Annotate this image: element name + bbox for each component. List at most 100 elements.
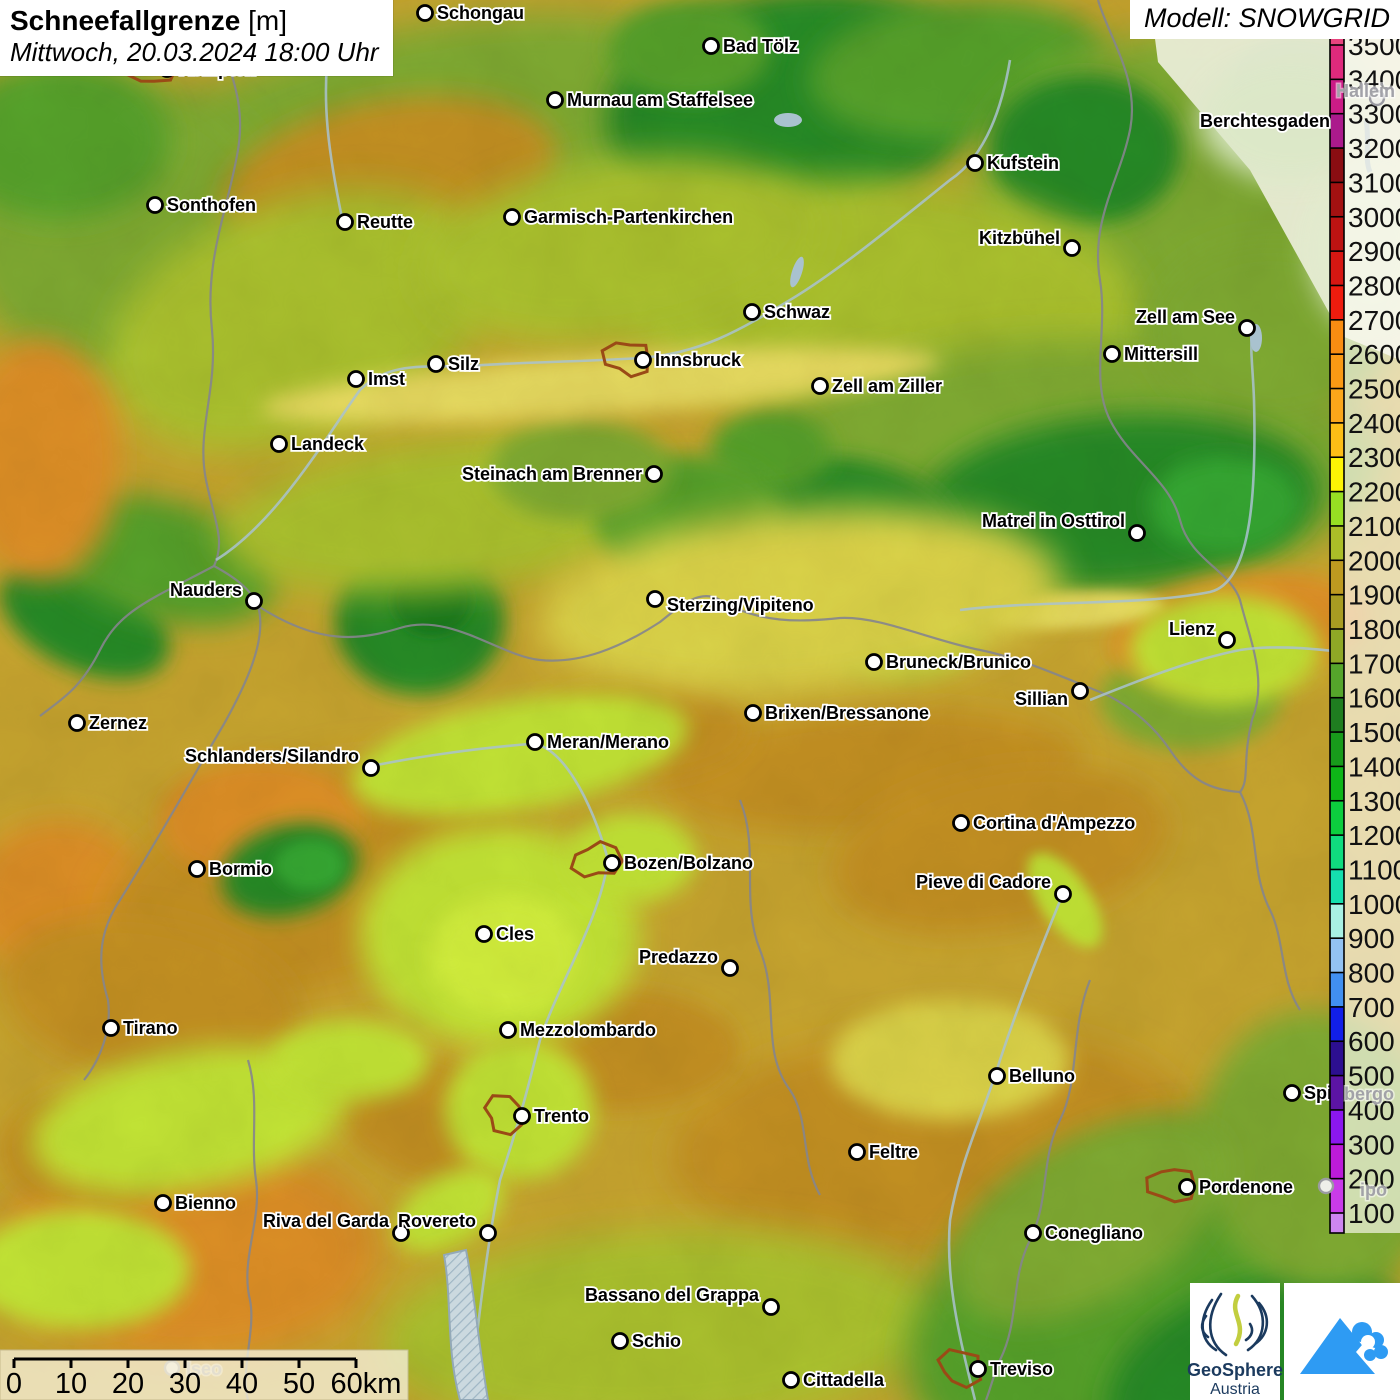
city-dot [1220,633,1235,648]
city-dot [1056,887,1071,902]
city-label: Bassano del Grappa [585,1285,760,1305]
colorbar-tick-label: 1600 [1348,683,1400,714]
city-label: Garmisch-Partenkirchen [524,207,733,227]
colorbar-legend: 3500340033003200310030002900280027002600… [1330,30,1400,1234]
colorbar-tick-label: 1700 [1348,648,1400,679]
city-treviso: Treviso [971,1359,1054,1379]
city-bienno: Bienno [156,1193,237,1213]
colorbar-tick-label: 600 [1348,1026,1395,1057]
colorbar-segment [1330,457,1344,492]
city-dot [505,210,520,225]
city-dot [867,655,882,670]
colorbar-segment [1330,766,1344,801]
colorbar-segment [1330,389,1344,424]
city-dot [1180,1180,1195,1195]
city-dot [1105,347,1120,362]
city-label: Matrei in Osttirol [982,511,1125,531]
city-label: Steinach am Brenner [462,464,642,484]
geosphere-logo-subtext: Austria [1210,1381,1260,1398]
city-label: Sterzing/Vipiteno [667,595,814,615]
city-label: Feltre [869,1142,918,1162]
city-dot [501,1023,516,1038]
snowgrid-map-svg: SchongauBad TölzKemptenMurnau am Staffel… [0,0,1400,1400]
colorbar-segment [1330,526,1344,561]
colorbar-segment [1330,251,1344,286]
colorbar-segment [1330,148,1344,183]
city-label: Mittersill [1124,344,1198,364]
city-dot [971,1362,986,1377]
city-label: Landeck [291,434,365,454]
colorbar-tick-label: 2300 [1348,442,1400,473]
city-belluno: Belluno [990,1066,1076,1086]
city-dot [647,467,662,482]
city-dot [1026,1226,1041,1241]
city-label: Belluno [1009,1066,1075,1086]
city-dot [813,379,828,394]
city-label: Bormio [209,859,272,879]
city-dot [349,372,364,387]
city-dot [1240,321,1255,336]
city-dot [477,927,492,942]
city-dot [648,592,663,607]
geosphere-logo-text: GeoSphere [1187,1360,1283,1380]
colorbar-segment [1330,1144,1344,1179]
city-bozen-bolzano: Bozen/Bolzano [605,853,754,873]
colorbar-tick-label: 2000 [1348,545,1400,576]
city-trento: Trento [515,1106,590,1126]
city-dot [528,735,543,750]
scale-bar-label: 50 [283,1368,315,1400]
city-label: Lienz [1169,619,1215,639]
cloud-icon-cutout [1361,1335,1375,1349]
city-dot [784,1373,799,1388]
colorbar-segment [1330,869,1344,904]
colorbar-tick-label: 2600 [1348,339,1400,370]
city-dot [247,594,262,609]
ghost-city-label: Hallein [1336,81,1395,101]
city-label: Cles [496,924,534,944]
ghost-city-label: bergo [1344,1084,1394,1104]
colorbar-segment [1330,1041,1344,1076]
city-label: Sonthofen [167,195,256,215]
scale-bar-label: 30 [169,1368,201,1400]
city-dot [515,1109,530,1124]
colorbar-segment [1330,801,1344,836]
colorbar-tick-label: 1500 [1348,717,1400,748]
city-dot [605,856,620,871]
city-schio: Schio [613,1331,682,1351]
city-zernez: Zernez [70,713,148,733]
ghost-city-dot [1319,1179,1333,1193]
city-label: Nauders [170,580,242,600]
city-dot [418,6,433,21]
city-dot [745,305,760,320]
city-label: Tirano [123,1018,178,1038]
colorbar-segment [1330,1076,1344,1111]
city-meran-merano: Meran/Merano [528,732,670,752]
city-dot [548,93,563,108]
colorbar-tick-label: 1100 [1348,854,1400,885]
city-label: Bozen/Bolzano [624,853,753,873]
scale-bar-label: 10 [55,1368,87,1400]
city-mezzolombardo: Mezzolombardo [501,1020,657,1040]
city-label: Predazzo [639,947,718,967]
city-dot [764,1300,779,1315]
city-label: Cortina d'Ampezzo [973,813,1135,833]
logo-area: GeoSphereAustria [1187,1283,1400,1400]
city-tirano: Tirano [104,1018,178,1038]
colorbar-segment [1330,629,1344,664]
city-label: Bruneck/Brunico [886,652,1031,672]
colorbar-tick-label: 800 [1348,958,1395,989]
city-label: Schongau [437,3,524,23]
model-label: Modell: SNOWGRID [1130,0,1400,39]
city-dot [850,1145,865,1160]
city-dot [70,716,85,731]
city-label: Silz [448,354,479,374]
colorbar-segment [1330,1213,1344,1234]
colorbar-tick-label: 2400 [1348,408,1400,439]
city-label: Brixen/Bressanone [765,703,929,723]
colorbar-tick-label: 2700 [1348,305,1400,336]
city-dot [723,961,738,976]
city-label: Bienno [175,1193,236,1213]
city-dot [190,862,205,877]
city-dot [613,1334,628,1349]
city-dot [1130,526,1145,541]
